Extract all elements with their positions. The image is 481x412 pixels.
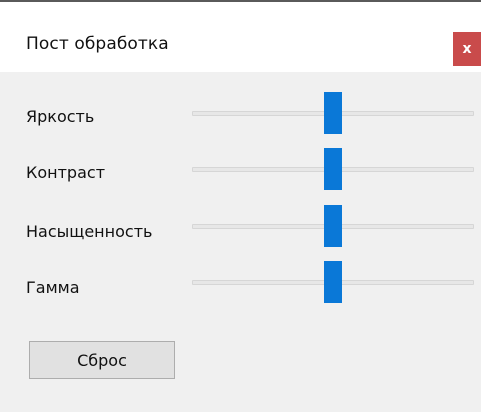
close-button[interactable]: x	[453, 32, 481, 66]
saturation-label: Насыщенность	[26, 222, 153, 241]
close-icon: x	[462, 41, 472, 57]
gamma-slider-track[interactable]	[192, 261, 474, 303]
brightness-slider-track[interactable]	[192, 92, 474, 134]
gamma-slider-thumb[interactable]	[324, 261, 342, 303]
contrast-slider-thumb[interactable]	[324, 148, 342, 190]
reset-button[interactable]: Сброс	[29, 341, 175, 379]
gamma-label: Гамма	[26, 278, 80, 297]
title-bar: Пост обработка x	[0, 2, 481, 72]
contrast-label: Контраст	[26, 163, 106, 182]
post-processing-window: Пост обработка x Яркость Контраст Насыще…	[0, 0, 481, 412]
contrast-slider-track[interactable]	[192, 148, 474, 190]
saturation-slider-track[interactable]	[192, 205, 474, 247]
saturation-slider-thumb[interactable]	[324, 205, 342, 247]
brightness-slider-thumb[interactable]	[324, 92, 342, 134]
brightness-label: Яркость	[26, 107, 95, 126]
window-title: Пост обработка	[26, 34, 169, 54]
